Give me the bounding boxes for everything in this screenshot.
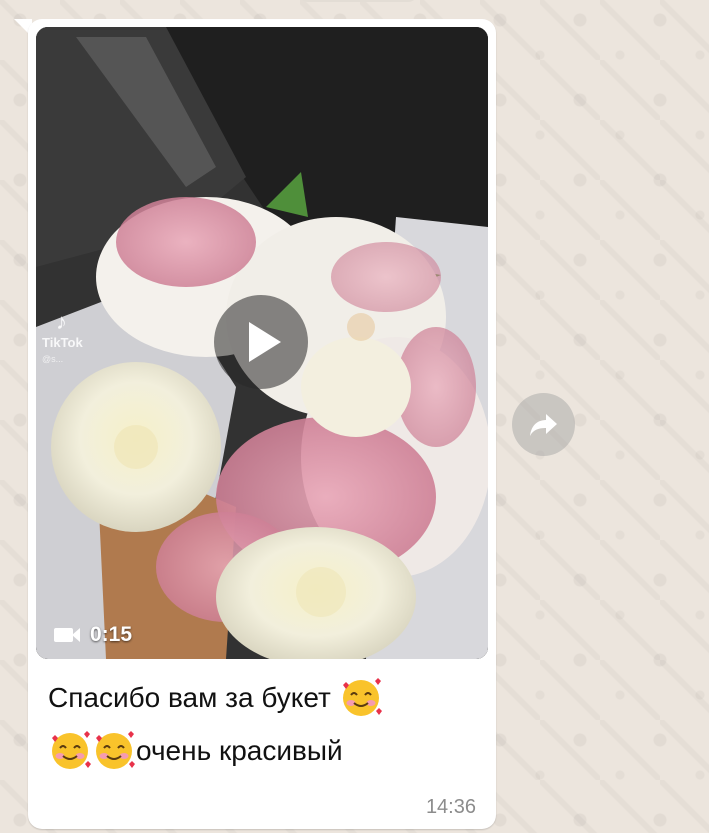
forward-arrow-icon <box>529 413 557 436</box>
caption-line-2: очень красивый <box>136 735 343 766</box>
caption-line-1: Спасибо вам за букет <box>48 682 331 713</box>
video-thumbnail[interactable]: ♪ TikTok @s... 0:15 <box>36 27 488 659</box>
tiktok-watermark-label: TikTok <box>42 335 83 350</box>
video-duration-text: 0:15 <box>90 623 133 646</box>
play-icon <box>249 322 281 362</box>
smiling-face-with-hearts-icon <box>96 730 135 769</box>
forward-button[interactable] <box>512 393 575 456</box>
incoming-message-bubble[interactable]: ♪ TikTok @s... 0:15 Спасибо вам за букет <box>28 19 496 829</box>
video-camera-icon <box>54 627 80 643</box>
tiktok-watermark-user: @s... <box>42 354 64 364</box>
smiling-face-with-hearts-icon <box>342 677 382 716</box>
previous-message-edge <box>298 0 418 2</box>
tiktok-logo-icon: ♪ <box>56 309 67 334</box>
chat-area: ♪ TikTok @s... 0:15 Спасибо вам за букет <box>0 0 709 833</box>
smiling-face-with-hearts-icon <box>52 730 91 769</box>
tiktok-watermark: ♪ TikTok @s... <box>42 309 83 365</box>
message-caption: Спасибо вам за букет очень красивый <box>48 671 478 777</box>
video-duration: 0:15 <box>54 623 132 647</box>
play-button[interactable] <box>214 295 308 389</box>
message-timestamp: 14:36 <box>425 796 476 818</box>
